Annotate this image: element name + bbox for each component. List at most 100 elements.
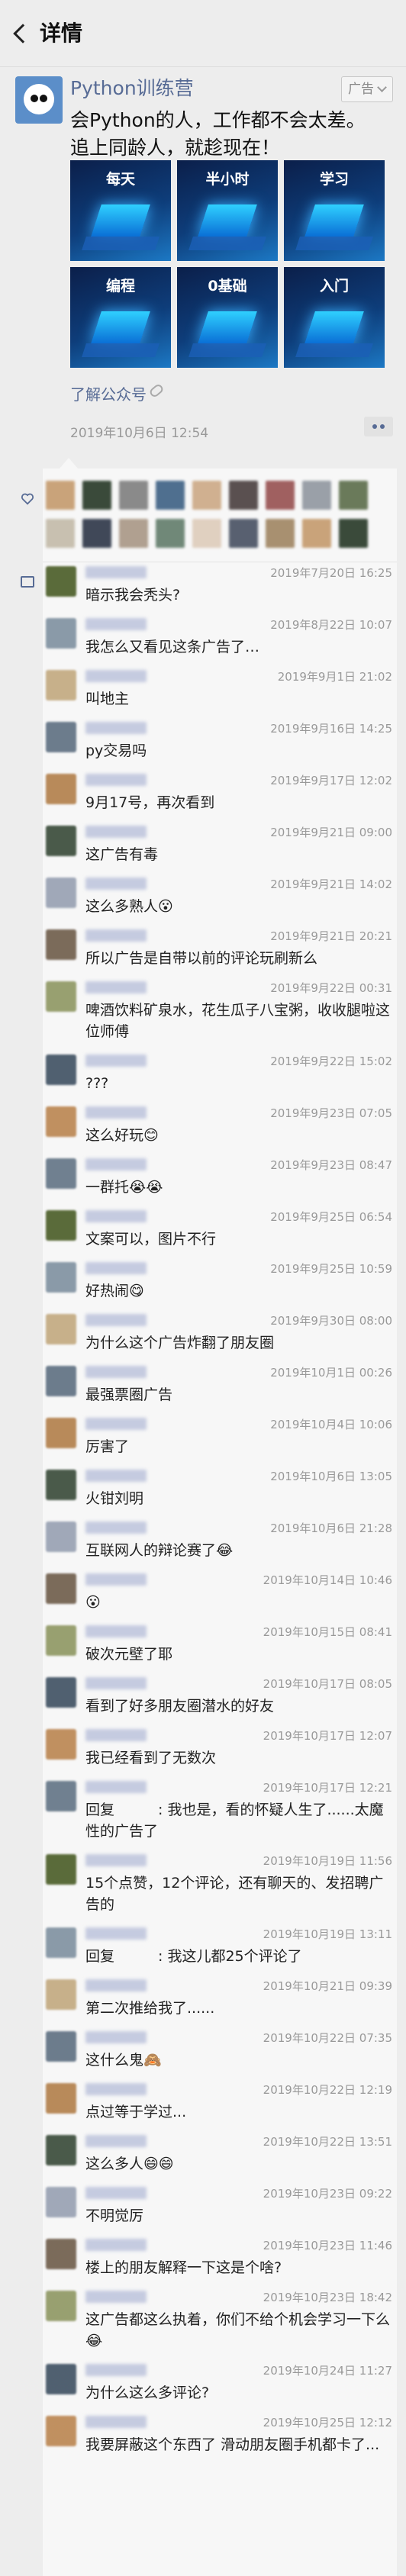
comment-item[interactable]: 2019年8月22日 10:07 我怎么又看见这条广告了… bbox=[43, 613, 397, 665]
commenter-avatar[interactable] bbox=[46, 1573, 76, 1604]
comment-item[interactable]: 2019年10月22日 07:35 这什么鬼🙈 bbox=[43, 2027, 397, 2079]
commenter-avatar[interactable] bbox=[46, 877, 76, 908]
commenter-avatar[interactable] bbox=[46, 1979, 76, 2010]
commenter-avatar[interactable] bbox=[46, 2239, 76, 2269]
ad-image-tile[interactable]: 每天 bbox=[70, 160, 171, 261]
commenter-name-blurred[interactable] bbox=[85, 722, 147, 734]
commenter-avatar[interactable] bbox=[46, 722, 76, 752]
liker-avatar[interactable] bbox=[302, 481, 331, 510]
commenter-name-blurred[interactable] bbox=[85, 981, 147, 993]
comment-item[interactable]: 2019年10月23日 11:46 楼上的朋友解释一下这是个啥? bbox=[43, 2234, 397, 2286]
comment-item[interactable]: 2019年10月6日 13:05 火钳刘明 bbox=[43, 1465, 397, 1517]
liker-avatar[interactable] bbox=[46, 519, 75, 548]
comment-item[interactable]: 2019年10月21日 09:39 第二次推给我了...... bbox=[43, 1975, 397, 2027]
commenter-name-blurred[interactable] bbox=[85, 1573, 147, 1586]
commenter-name-blurred[interactable] bbox=[85, 2083, 147, 2095]
liker-avatar[interactable] bbox=[192, 519, 221, 548]
commenter-avatar[interactable] bbox=[46, 2416, 76, 2446]
commenter-avatar[interactable] bbox=[46, 1262, 76, 1293]
comment-item[interactable]: 2019年10月4日 10:06 厉害了 bbox=[43, 1413, 397, 1465]
commenter-avatar[interactable] bbox=[46, 1677, 76, 1708]
liker-avatar[interactable] bbox=[339, 519, 368, 548]
commenter-avatar[interactable] bbox=[46, 566, 76, 597]
ad-image-tile[interactable]: 0基础 bbox=[177, 267, 278, 368]
commenter-name-blurred[interactable] bbox=[85, 1418, 147, 1430]
ad-image-tile[interactable]: 编程 bbox=[70, 267, 171, 368]
comment-item[interactable]: 2019年10月15日 08:41 破次元壁了耶 bbox=[43, 1621, 397, 1673]
commenter-name-blurred[interactable] bbox=[85, 2239, 147, 2251]
commenter-avatar[interactable] bbox=[46, 981, 76, 1012]
commenter-avatar[interactable] bbox=[46, 2083, 76, 2114]
comment-item[interactable]: 2019年10月1日 00:26 最强票圈广告 bbox=[43, 1361, 397, 1413]
comment-item[interactable]: 2019年10月19日 13:11 回复 : 我这儿都25个评论了 bbox=[43, 1923, 397, 1975]
commenter-name-blurred[interactable] bbox=[85, 1470, 147, 1482]
commenter-avatar[interactable] bbox=[46, 2364, 76, 2394]
commenter-name-blurred[interactable] bbox=[85, 1314, 147, 1326]
commenter-name-blurred[interactable] bbox=[85, 2187, 147, 2199]
commenter-avatar[interactable] bbox=[46, 1781, 76, 1811]
liker-avatar[interactable] bbox=[46, 481, 75, 510]
comment-item[interactable]: 2019年9月25日 10:59 好热闹😋 bbox=[43, 1257, 397, 1309]
comment-item[interactable]: 2019年9月21日 20:21 所以广告是自带以前的评论玩刷新么 bbox=[43, 925, 397, 977]
panda-avatar[interactable] bbox=[15, 76, 63, 124]
commenter-name-blurred[interactable] bbox=[85, 2291, 147, 2303]
commenter-name-blurred[interactable] bbox=[85, 1729, 147, 1741]
comment-item[interactable]: 2019年7月20日 16:25 暗示我会秃头? bbox=[43, 562, 397, 613]
commenter-avatar[interactable] bbox=[46, 2291, 76, 2321]
commenter-name-blurred[interactable] bbox=[85, 1055, 147, 1067]
back-chevron-icon[interactable] bbox=[11, 21, 34, 47]
commenter-avatar[interactable] bbox=[46, 1927, 76, 1958]
comment-item[interactable]: 2019年9月25日 06:54 文案可以，图片不行 bbox=[43, 1206, 397, 1257]
liker-avatar[interactable] bbox=[119, 519, 148, 548]
liker-avatar[interactable] bbox=[82, 519, 111, 548]
commenter-avatar[interactable] bbox=[46, 1158, 76, 1189]
commenter-avatar[interactable] bbox=[46, 1366, 76, 1396]
commenter-name-blurred[interactable] bbox=[85, 1106, 147, 1119]
commenter-name-blurred[interactable] bbox=[85, 1979, 147, 1992]
comment-item[interactable]: 2019年10月14日 10:46 😮 bbox=[43, 1569, 397, 1621]
comment-item[interactable]: 2019年9月22日 15:02??? bbox=[43, 1050, 397, 1102]
comment-item[interactable]: 2019年10月23日 18:42 这广告都这么执着，你们不给个机会学习一下么😂 bbox=[43, 2286, 397, 2359]
commenter-avatar[interactable] bbox=[46, 1729, 76, 1760]
comment-item[interactable]: 2019年9月30日 08:00 为什么这个广告炸翻了朋友圈 bbox=[43, 1309, 397, 1361]
commenter-avatar[interactable] bbox=[46, 618, 76, 649]
commenter-name-blurred[interactable] bbox=[85, 1366, 147, 1378]
commenter-avatar[interactable] bbox=[46, 1314, 76, 1344]
commenter-avatar[interactable] bbox=[46, 1470, 76, 1500]
commenter-name-blurred[interactable] bbox=[85, 1521, 147, 1534]
commenter-avatar[interactable] bbox=[46, 1418, 76, 1448]
comment-item[interactable]: 2019年10月23日 09:22 不明觉厉 bbox=[43, 2182, 397, 2234]
commenter-name-blurred[interactable] bbox=[85, 1854, 147, 1866]
commenter-avatar[interactable] bbox=[46, 670, 76, 700]
comment-item[interactable]: 2019年10月17日 12:21 回复 : 我也是，看的怀疑人生了......太… bbox=[43, 1776, 397, 1850]
commenter-avatar[interactable] bbox=[46, 1625, 76, 1656]
commenter-name-blurred[interactable] bbox=[85, 1677, 147, 1689]
comment-item[interactable]: 2019年10月19日 11:56 15个点赞，12个评论，还有聊天的、发招聘广告… bbox=[43, 1850, 397, 1923]
liker-avatar[interactable] bbox=[266, 519, 295, 548]
comment-item[interactable]: 2019年9月23日 08:47 一群托😭😭 bbox=[43, 1154, 397, 1206]
commenter-avatar[interactable] bbox=[46, 1106, 76, 1137]
commenter-name-blurred[interactable] bbox=[85, 1625, 147, 1637]
more-dots-icon[interactable] bbox=[364, 417, 393, 436]
comment-item[interactable]: 2019年10月17日 12:07 我已经看到了无数次 bbox=[43, 1724, 397, 1776]
commenter-name-blurred[interactable] bbox=[85, 2135, 147, 2147]
commenter-name-blurred[interactable] bbox=[85, 2416, 147, 2428]
commenter-avatar[interactable] bbox=[46, 1210, 76, 1241]
ad-badge-dropdown[interactable]: 广告 bbox=[341, 76, 393, 102]
commenter-name-blurred[interactable] bbox=[85, 929, 147, 942]
learn-account-link[interactable]: 了解公众号 bbox=[70, 382, 147, 404]
commenter-name-blurred[interactable] bbox=[85, 877, 147, 890]
liker-avatar[interactable] bbox=[339, 481, 368, 510]
commenter-avatar[interactable] bbox=[46, 826, 76, 856]
comment-item[interactable]: 2019年9月21日 09:00 这广告有毒 bbox=[43, 821, 397, 873]
commenter-avatar[interactable] bbox=[46, 2187, 76, 2217]
commenter-name-blurred[interactable] bbox=[85, 2031, 147, 2043]
commenter-name-blurred[interactable] bbox=[85, 566, 147, 578]
commenter-name-blurred[interactable] bbox=[85, 774, 147, 786]
comment-item[interactable]: 2019年10月22日 12:19 点过等于学过... bbox=[43, 2079, 397, 2130]
commenter-name-blurred[interactable] bbox=[85, 1262, 147, 1274]
commenter-avatar[interactable] bbox=[46, 1055, 76, 1085]
comment-item[interactable]: 2019年9月23日 07:05 这么好玩😊 bbox=[43, 1102, 397, 1154]
ad-account-name[interactable]: Python训练营 bbox=[70, 76, 194, 101]
liker-avatar[interactable] bbox=[192, 481, 221, 510]
